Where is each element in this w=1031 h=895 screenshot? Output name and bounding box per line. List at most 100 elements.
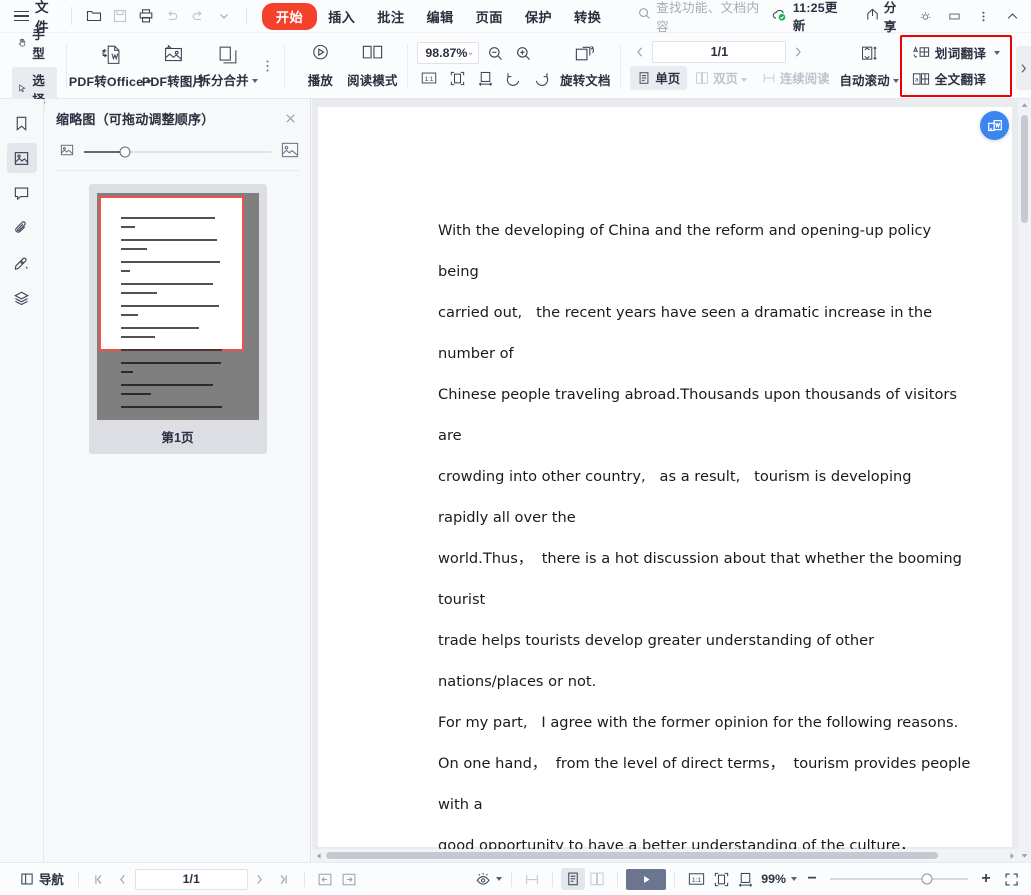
fit-width-icon[interactable] (473, 67, 497, 89)
actual-size-icon[interactable]: 1:1 (417, 67, 441, 89)
fit-page-icon[interactable] (445, 67, 469, 89)
go-back-button[interactable] (313, 868, 337, 890)
scroll-down-button[interactable] (1018, 849, 1031, 862)
go-forward-button[interactable] (337, 868, 361, 890)
next-page-button[interactable] (788, 41, 808, 63)
full-translate-button[interactable]: a 全文翻译 (908, 67, 1005, 90)
chevron-down-icon[interactable] (791, 877, 797, 881)
zoom-in-icon[interactable] (511, 42, 535, 64)
next-page-button[interactable] (248, 868, 272, 890)
sidebar-item-comment[interactable] (7, 178, 37, 208)
sidebar-item-layers[interactable] (7, 283, 37, 313)
zoom-out-button[interactable]: − (803, 870, 821, 888)
zoom-in-button[interactable]: + (977, 870, 995, 888)
close-icon[interactable] (280, 108, 300, 128)
navigation-toggle-button[interactable]: 导航 (14, 867, 70, 891)
save-icon[interactable] (107, 3, 133, 29)
chevron-down-icon[interactable] (495, 877, 502, 881)
play-button[interactable]: 播放 (294, 37, 346, 95)
single-page-mode-button[interactable]: 单页 (630, 66, 688, 90)
facing-pages-button[interactable] (520, 868, 544, 890)
collapse-ribbon-icon[interactable] (999, 4, 1025, 28)
scroll-up-button[interactable] (1018, 99, 1031, 112)
tab-protect[interactable]: 保护 (514, 3, 563, 30)
tab-page[interactable]: 页面 (465, 3, 514, 30)
split-merge-button[interactable]: 拆分合并 (198, 37, 258, 95)
word-translate-button[interactable]: 划词翻译 (908, 41, 1005, 64)
chevron-down-icon[interactable] (994, 50, 1001, 55)
zoom-slider-knob[interactable] (921, 873, 933, 885)
tab-insert[interactable]: 插入 (317, 3, 366, 30)
quick-access-dropdown-icon[interactable] (211, 3, 237, 29)
single-page-view-button[interactable] (561, 868, 586, 890)
horizontal-scroll-thumb[interactable] (326, 852, 938, 859)
thumbnail-item-page-1[interactable]: 第1页 (88, 184, 267, 454)
sidebar-item-bookmark[interactable] (7, 108, 37, 138)
open-folder-icon[interactable] (81, 3, 107, 29)
zoom-level-select[interactable]: 98.87% (417, 42, 480, 64)
tab-edit[interactable]: 编辑 (415, 3, 464, 30)
undo-icon[interactable] (159, 3, 185, 29)
prev-page-button[interactable] (111, 868, 135, 890)
hand-tool-button[interactable]: 手型 (12, 21, 57, 65)
status-zoom-value[interactable]: 99% (761, 872, 786, 886)
continuous-read-button[interactable]: 连续阅读 (755, 66, 837, 90)
pdf-to-image-button[interactable]: PDF转图片 (142, 37, 205, 95)
small-image-icon[interactable] (59, 142, 75, 163)
more-options-icon[interactable] (970, 4, 996, 28)
tab-start[interactable]: 开始 (261, 2, 318, 30)
zoom-out-icon[interactable] (483, 42, 507, 64)
convert-to-word-fab-button[interactable] (980, 111, 1009, 140)
thumbnail-size-slider[interactable] (84, 146, 271, 158)
scroll-right-button[interactable] (1005, 849, 1018, 862)
sidebar-item-thumbnail[interactable] (6, 143, 37, 173)
large-image-icon[interactable] (280, 140, 300, 165)
page-number-input[interactable]: 1/1 (652, 41, 787, 63)
rotate-counterclockwise-icon[interactable] (501, 67, 525, 89)
chevron-down-icon[interactable] (251, 79, 258, 84)
fullscreen-button[interactable] (999, 868, 1023, 890)
tab-annotate[interactable]: 批注 (366, 3, 415, 30)
doc-line: crowding into other country, as a result… (438, 468, 912, 485)
auto-scroll-button[interactable]: 自动滚动 (839, 37, 899, 95)
chevron-down-icon[interactable] (740, 77, 747, 82)
double-page-mode-button[interactable]: 双页 (688, 66, 754, 90)
chevron-down-icon[interactable] (892, 79, 899, 84)
minimize-icon[interactable] (941, 4, 967, 28)
vertical-scrollbar[interactable] (1018, 99, 1031, 862)
status-fit-page-button[interactable] (709, 868, 733, 890)
status-fit-width-button[interactable] (733, 868, 757, 890)
update-status-button[interactable]: 11:25更新 (772, 0, 850, 34)
view-mode-button[interactable] (473, 868, 503, 890)
vertical-scroll-thumb[interactable] (1021, 115, 1028, 223)
redo-icon[interactable] (185, 3, 211, 29)
document-viewport[interactable]: With the developing of China and the ref… (312, 99, 1031, 862)
slider-knob[interactable] (119, 146, 131, 158)
first-page-button[interactable] (87, 868, 111, 890)
double-page-view-button[interactable] (585, 868, 609, 890)
rotate-clockwise-icon[interactable] (529, 67, 553, 89)
rotate-document-button[interactable]: 旋转文档 (559, 37, 611, 95)
more-tools-icon[interactable] (259, 55, 276, 77)
settings-gear-icon[interactable] (912, 4, 938, 28)
expand-right-panel-handle[interactable] (1016, 46, 1031, 90)
slideshow-button[interactable] (626, 868, 667, 890)
print-icon[interactable] (133, 3, 159, 29)
pdf-to-office-button[interactable]: PDF转Office (69, 37, 153, 95)
status-page-input[interactable]: 1/1 (134, 868, 248, 890)
signature-icon (14, 257, 28, 270)
share-button[interactable]: 分享 (865, 0, 910, 35)
status-actual-size-button[interactable]: 1:1 (683, 868, 709, 890)
prev-page-button[interactable] (630, 41, 650, 63)
pdf-to-office-icon (101, 45, 119, 64)
scroll-left-button[interactable] (312, 849, 325, 862)
read-mode-button[interactable]: 阅读模式 (346, 37, 398, 95)
tab-convert[interactable]: 转换 (563, 3, 612, 30)
sidebar-item-attachment[interactable] (7, 213, 37, 243)
zoom-slider[interactable] (830, 873, 968, 885)
last-page-button[interactable] (272, 868, 296, 890)
horizontal-scrollbar[interactable] (312, 849, 1031, 862)
divider (407, 43, 409, 88)
search-input[interactable]: 查找功能、文档内容 (638, 0, 772, 35)
sidebar-item-signature[interactable] (7, 248, 37, 278)
